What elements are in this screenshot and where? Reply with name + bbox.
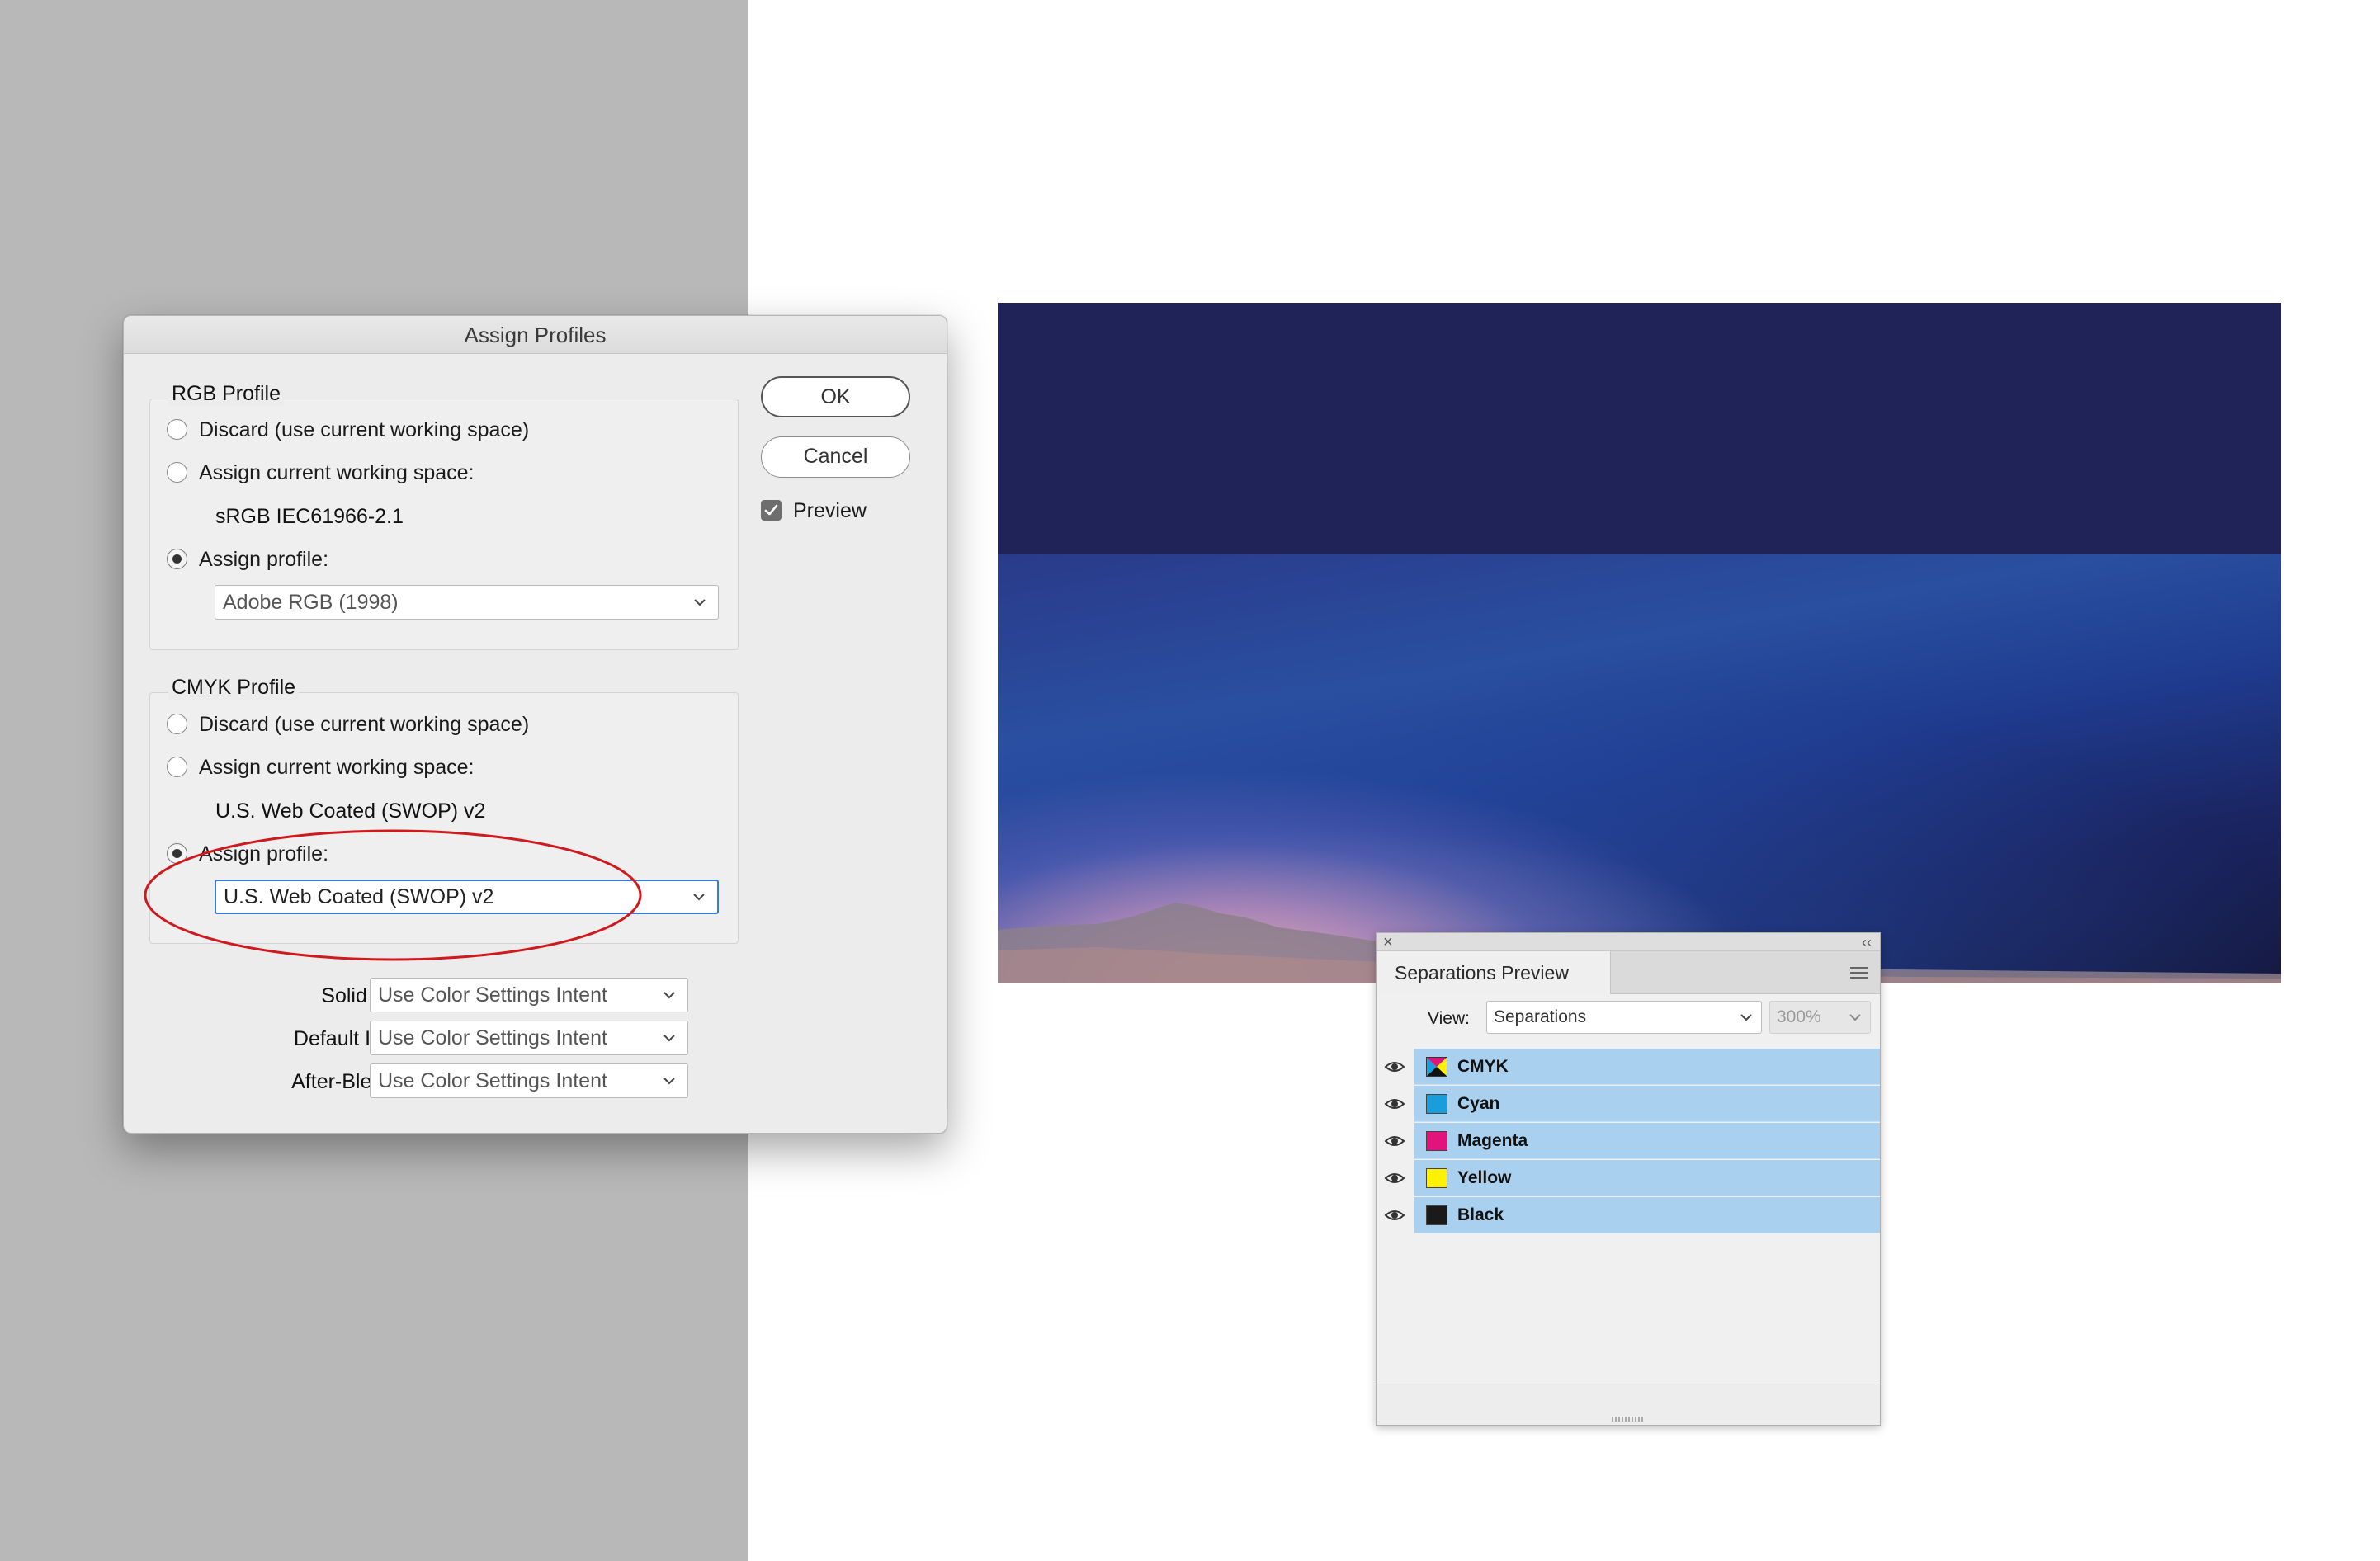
rgb-assign-profile-option[interactable]: Assign profile: [167, 548, 328, 572]
ink-row-highlight: Magenta [1414, 1123, 1880, 1159]
eye-icon[interactable] [1377, 1086, 1413, 1122]
chevron-down-icon [693, 894, 705, 901]
ink-name: Yellow [1457, 1168, 1512, 1187]
cancel-button[interactable]: Cancel [761, 436, 910, 478]
ink-row-cyan[interactable]: Cyan [1377, 1086, 1880, 1122]
preview-label: Preview [793, 499, 867, 522]
cmyk-assign-profile-radio[interactable] [167, 843, 187, 864]
placed-sky-image[interactable] [998, 303, 2281, 983]
panel-menu-icon[interactable] [1850, 966, 1868, 979]
close-icon[interactable]: × [1383, 933, 1393, 951]
magenta-swatch-icon [1426, 1131, 1447, 1151]
rgb-profile-select-value: Adobe RGB (1998) [223, 591, 399, 614]
default-image-intent-value: Use Color Settings Intent [378, 1026, 607, 1049]
ink-row-highlight: CMYK [1414, 1049, 1880, 1085]
ink-row-highlight: Cyan [1414, 1086, 1880, 1122]
preview-checkbox[interactable] [761, 500, 782, 521]
chevron-down-icon [1849, 1014, 1861, 1021]
rgb-discard-option[interactable]: Discard (use current working space) [167, 418, 529, 442]
black-swatch-icon [1426, 1205, 1447, 1225]
solid-color-intent-select[interactable]: Use Color Settings Intent [370, 978, 688, 1012]
cmyk-discard-radio[interactable] [167, 714, 187, 734]
after-blending-intent-select[interactable]: Use Color Settings Intent [370, 1063, 688, 1098]
cmyk-discard-option[interactable]: Discard (use current working space) [167, 713, 529, 737]
sky-top-band [998, 303, 2281, 554]
rgb-discard-label: Discard (use current working space) [199, 418, 530, 441]
ink-row-yellow[interactable]: Yellow [1377, 1160, 1880, 1196]
rgb-assign-current-option[interactable]: Assign current working space: [167, 461, 474, 485]
checkmark-icon [764, 504, 778, 516]
rgb-profile-select[interactable]: Adobe RGB (1998) [215, 585, 719, 620]
solid-color-intent-value: Use Color Settings Intent [378, 983, 607, 1007]
cmyk-assign-current-label: Assign current working space: [199, 756, 475, 779]
collapse-icon[interactable]: ‹‹ [1862, 933, 1872, 951]
view-mode-select[interactable]: Separations [1486, 1001, 1762, 1034]
eye-icon[interactable] [1377, 1049, 1413, 1085]
chevron-down-icon [1740, 1014, 1752, 1021]
chevron-down-icon [663, 992, 675, 999]
ink-limit-select: 300% [1769, 1001, 1871, 1034]
cmyk-assign-current-option[interactable]: Assign current working space: [167, 756, 474, 780]
default-image-intent-select[interactable]: Use Color Settings Intent [370, 1021, 688, 1055]
eye-icon[interactable] [1377, 1123, 1413, 1159]
cmyk-discard-label: Discard (use current working space) [199, 713, 530, 736]
cmyk-assign-profile-label: Assign profile: [199, 842, 329, 865]
yellow-swatch-icon [1426, 1168, 1447, 1188]
ink-row-highlight: Yellow [1414, 1160, 1880, 1196]
panel-header-bar: × ‹‹ [1377, 933, 1880, 951]
rgb-profile-legend: RGB Profile [168, 382, 284, 406]
tab-separations-preview[interactable]: Separations Preview [1377, 951, 1611, 994]
separations-preview-panel: × ‹‹ Separations Preview View: Separatio… [1376, 932, 1881, 1426]
rgb-assign-current-label: Assign current working space: [199, 461, 475, 484]
ink-name: Magenta [1457, 1131, 1528, 1150]
cmyk-current-space-value: U.S. Web Coated (SWOP) v2 [215, 799, 486, 823]
rgb-discard-radio[interactable] [167, 419, 187, 440]
eye-icon[interactable] [1377, 1197, 1413, 1233]
cmyk-profile-legend: CMYK Profile [168, 676, 300, 700]
ink-row-black[interactable]: Black [1377, 1197, 1880, 1233]
cyan-swatch-icon [1426, 1094, 1447, 1114]
resize-grip[interactable] [1612, 1417, 1645, 1422]
dialog-title: Assign Profiles [124, 316, 947, 354]
panel-tab-bar: Separations Preview [1377, 951, 1880, 994]
eye-icon[interactable] [1377, 1160, 1413, 1196]
assign-profiles-dialog: Assign Profiles RGB Profile Discard (use… [123, 315, 947, 1134]
ink-limit-value: 300% [1777, 1007, 1821, 1026]
ink-row-highlight: Black [1414, 1197, 1880, 1233]
rgb-assign-profile-label: Assign profile: [199, 548, 329, 571]
rgb-assign-profile-radio[interactable] [167, 549, 187, 569]
rgb-current-space-value: sRGB IEC61966-2.1 [215, 505, 404, 528]
ok-button[interactable]: OK [761, 376, 910, 417]
after-blending-intent-value: Use Color Settings Intent [378, 1069, 607, 1092]
cmyk-profile-select-value: U.S. Web Coated (SWOP) v2 [224, 885, 494, 908]
preview-option[interactable]: Preview [761, 499, 867, 523]
cmyk-assign-profile-option[interactable]: Assign profile: [167, 842, 328, 866]
view-mode-value: Separations [1494, 1007, 1587, 1026]
rgb-assign-current-radio[interactable] [167, 462, 187, 483]
chevron-down-icon [694, 599, 706, 606]
ink-row-magenta[interactable]: Magenta [1377, 1123, 1880, 1159]
cmyk-assign-current-radio[interactable] [167, 757, 187, 777]
chevron-down-icon [663, 1035, 675, 1042]
chevron-down-icon [663, 1078, 675, 1085]
cmyk-profile-select[interactable]: U.S. Web Coated (SWOP) v2 [215, 880, 719, 914]
panel-footer [1377, 1384, 1880, 1425]
view-label: View: [1428, 1009, 1470, 1028]
cmyk-swatch-icon [1426, 1057, 1447, 1077]
ink-name: Cyan [1457, 1094, 1500, 1113]
ink-name: CMYK [1457, 1057, 1509, 1076]
ink-name: Black [1457, 1205, 1504, 1224]
ink-row-cmyk[interactable]: CMYK [1377, 1049, 1880, 1085]
